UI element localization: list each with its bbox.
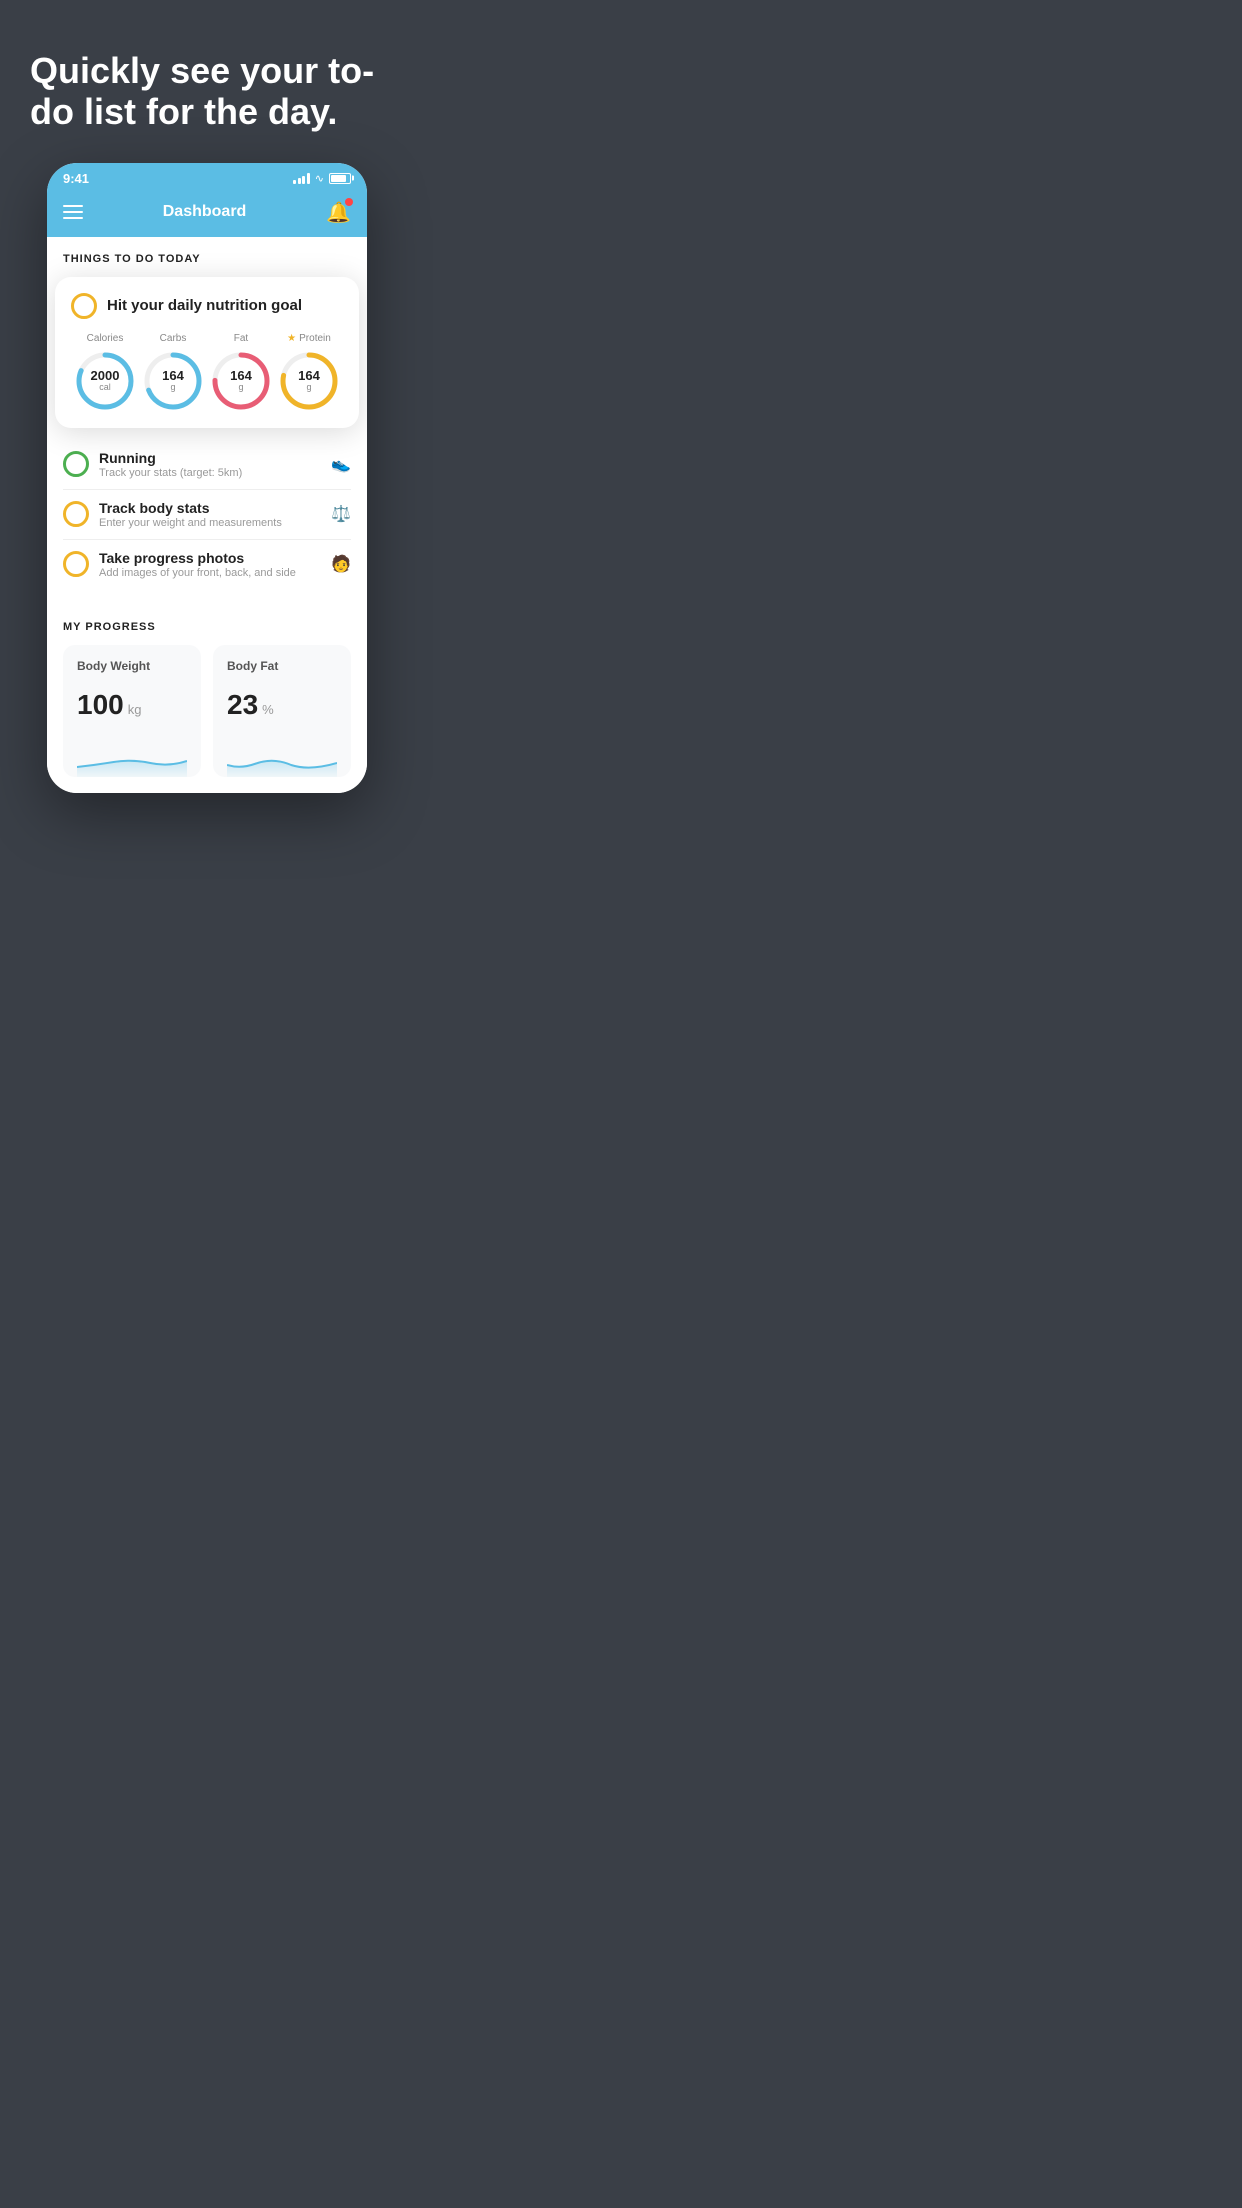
- protein-label: ★ Protein: [287, 333, 331, 344]
- status-icons: ∿: [293, 172, 351, 185]
- todo-item-body-stats-left: Track body stats Enter your weight and m…: [63, 500, 331, 529]
- running-title: Running: [99, 450, 331, 466]
- nutrition-card: Hit your daily nutrition goal Calories: [55, 277, 359, 428]
- progress-grid: Body Weight 100 kg: [63, 645, 351, 777]
- phone-content: THINGS TO DO TODAY Hit your daily nutrit…: [47, 237, 367, 793]
- hamburger-line-1: [63, 205, 83, 207]
- carbs-unit: g: [162, 383, 184, 393]
- todo-item-progress-photos[interactable]: Take progress photos Add images of your …: [63, 540, 351, 589]
- progress-photos-subtitle: Add images of your front, back, and side: [99, 567, 331, 579]
- body-fat-chart: [227, 737, 337, 777]
- hamburger-line-2: [63, 211, 83, 213]
- nutrition-item-calories: Calories 2000 cal: [74, 333, 136, 412]
- nutrition-check-circle[interactable]: [71, 293, 97, 319]
- progress-photos-title: Take progress photos: [99, 550, 331, 566]
- signal-bars-icon: [293, 172, 310, 184]
- fat-value: 164: [230, 369, 252, 383]
- person-icon: 🧑: [331, 554, 351, 574]
- body-fat-unit: %: [262, 702, 274, 717]
- body-stats-subtitle: Enter your weight and measurements: [99, 517, 331, 529]
- protein-star-icon: ★: [287, 333, 296, 344]
- protein-circle: 164 g: [278, 350, 340, 412]
- battery-icon: [329, 173, 351, 184]
- body-weight-card[interactable]: Body Weight 100 kg: [63, 645, 201, 777]
- fat-label: Fat: [234, 333, 248, 344]
- running-shoe-icon: 👟: [331, 454, 351, 474]
- calories-label: Calories: [87, 333, 124, 344]
- todo-list: Running Track your stats (target: 5km) 👟…: [63, 440, 351, 589]
- nutrition-card-header: Hit your daily nutrition goal: [71, 293, 343, 319]
- todo-item-running[interactable]: Running Track your stats (target: 5km) 👟: [63, 440, 351, 490]
- nav-title: Dashboard: [163, 203, 247, 221]
- body-fat-value: 23: [227, 689, 258, 721]
- carbs-circle: 164 g: [142, 350, 204, 412]
- calories-unit: cal: [91, 383, 120, 393]
- nutrition-card-title: Hit your daily nutrition goal: [107, 297, 302, 314]
- hero-section: Quickly see your to-do list for the day.: [0, 0, 414, 163]
- progress-photos-check-circle[interactable]: [63, 551, 89, 577]
- protein-unit: g: [298, 383, 320, 393]
- status-bar: 9:41 ∿: [47, 163, 367, 190]
- body-weight-value: 100: [77, 689, 124, 721]
- calories-circle: 2000 cal: [74, 350, 136, 412]
- progress-section: MY PROGRESS Body Weight 100 kg: [63, 613, 351, 777]
- status-time: 9:41: [63, 171, 89, 186]
- body-fat-card-title: Body Fat: [227, 659, 337, 673]
- protein-value: 164: [298, 369, 320, 383]
- todo-item-progress-photos-left: Take progress photos Add images of your …: [63, 550, 331, 579]
- nutrition-row: Calories 2000 cal: [71, 333, 343, 412]
- body-fat-card[interactable]: Body Fat 23 %: [213, 645, 351, 777]
- signal-bar-2: [298, 178, 301, 184]
- todo-item-running-text: Running Track your stats (target: 5km): [99, 450, 331, 479]
- body-weight-unit: kg: [128, 702, 142, 717]
- signal-bar-1: [293, 180, 296, 184]
- todo-item-running-left: Running Track your stats (target: 5km): [63, 450, 331, 479]
- battery-fill: [331, 175, 346, 182]
- nutrition-item-protein: ★ Protein 164 g: [278, 333, 340, 412]
- nav-bar: Dashboard 🔔: [47, 190, 367, 237]
- body-stats-title: Track body stats: [99, 500, 331, 516]
- body-stats-check-circle[interactable]: [63, 501, 89, 527]
- todo-item-body-stats[interactable]: Track body stats Enter your weight and m…: [63, 490, 351, 540]
- nutrition-item-fat: Fat 164 g: [210, 333, 272, 412]
- page-wrapper: Quickly see your to-do list for the day.…: [0, 0, 414, 833]
- nutrition-item-carbs: Carbs 164 g: [142, 333, 204, 412]
- hero-title: Quickly see your to-do list for the day.: [30, 50, 384, 133]
- hamburger-line-3: [63, 217, 83, 219]
- progress-section-title: MY PROGRESS: [63, 621, 351, 633]
- wifi-icon: ∿: [315, 172, 324, 185]
- running-check-circle[interactable]: [63, 451, 89, 477]
- running-subtitle: Track your stats (target: 5km): [99, 467, 331, 479]
- calories-value: 2000: [91, 369, 120, 383]
- fat-circle: 164 g: [210, 350, 272, 412]
- signal-bar-3: [302, 176, 305, 184]
- todo-item-progress-photos-text: Take progress photos Add images of your …: [99, 550, 331, 579]
- body-fat-value-row: 23 %: [227, 689, 337, 721]
- body-weight-value-row: 100 kg: [77, 689, 187, 721]
- body-weight-card-title: Body Weight: [77, 659, 187, 673]
- scale-icon: ⚖️: [331, 504, 351, 524]
- carbs-value: 164: [162, 369, 184, 383]
- notification-bell-button[interactable]: 🔔: [326, 200, 351, 225]
- notification-dot: [345, 198, 353, 206]
- carbs-label: Carbs: [160, 333, 187, 344]
- signal-bar-4: [307, 173, 310, 184]
- fat-unit: g: [230, 383, 252, 393]
- body-weight-chart: [77, 737, 187, 777]
- todo-item-body-stats-text: Track body stats Enter your weight and m…: [99, 500, 331, 529]
- hamburger-menu-button[interactable]: [63, 205, 83, 219]
- todo-section-title: THINGS TO DO TODAY: [63, 253, 351, 265]
- phone-mockup: 9:41 ∿ Dashboard: [47, 163, 367, 793]
